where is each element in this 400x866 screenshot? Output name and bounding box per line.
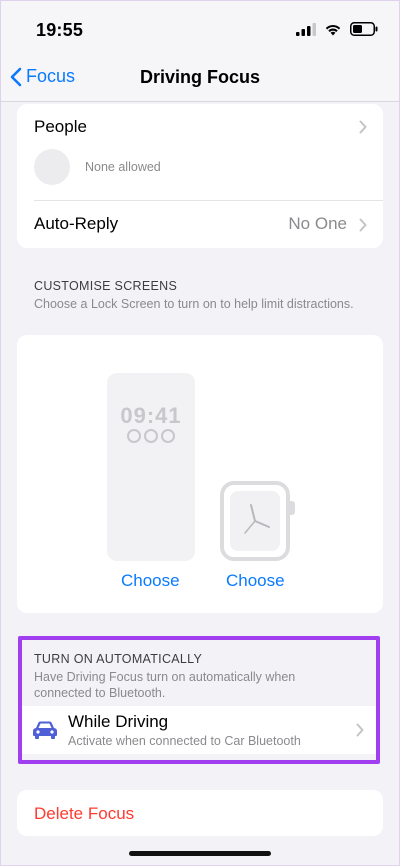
auto-reply-label: Auto-Reply — [34, 214, 119, 233]
people-label: People — [34, 117, 87, 136]
status-bar: 19:55 — [0, 0, 400, 60]
widget-circle — [144, 429, 158, 443]
page-title: Driving Focus — [139, 67, 260, 87]
customise-screens-note: Choose a Lock Screen to turn on to help … — [34, 297, 354, 311]
choose-lock-screen-button[interactable]: Choose — [121, 571, 180, 591]
battery-icon — [350, 22, 378, 36]
widget-circle — [127, 429, 141, 443]
avatar-placeholder — [34, 149, 70, 185]
wifi-icon — [325, 24, 341, 35]
people-card: People None allowed Auto-Reply No One — [17, 104, 383, 248]
lock-screen-preview[interactable]: 09:41 — [107, 373, 195, 561]
watch-face — [230, 491, 280, 551]
auto-reply-value: No One — [288, 214, 347, 233]
chevron-right-icon — [359, 120, 367, 134]
while-driving-subtitle: Activate when connected to Car Bluetooth — [68, 734, 301, 748]
widget-circle — [161, 429, 175, 443]
people-row[interactable]: People None allowed — [17, 104, 383, 200]
lock-screen-time: 09:41 — [120, 403, 182, 428]
lock-screen-widgets — [107, 429, 195, 443]
chevron-right-icon — [359, 218, 367, 232]
while-driving-row[interactable]: While Driving Activate when connected to… — [22, 706, 376, 754]
cellular-signal-icon — [296, 22, 316, 36]
watch-hands-icon — [244, 504, 270, 534]
status-time: 19:55 — [36, 20, 84, 40]
chevron-right-icon — [356, 723, 364, 737]
turn-on-automatically-note: Have Driving Focus turn on automatically… — [34, 670, 296, 700]
none-allowed-text: None allowed — [85, 160, 161, 174]
while-driving-label: While Driving — [68, 712, 169, 731]
navigation-bar: Focus Driving Focus — [0, 60, 400, 102]
watch-crown — [290, 501, 295, 515]
choose-watch-face-button[interactable]: Choose — [226, 571, 285, 591]
turn-on-automatically-header: TURN ON AUTOMATICALLY — [34, 652, 203, 666]
customise-screens-header: CUSTOMISE SCREENS — [34, 279, 178, 293]
delete-focus-card: Delete Focus — [17, 790, 383, 836]
auto-reply-row[interactable]: Auto-Reply No One — [17, 201, 383, 248]
delete-focus-button[interactable]: Delete Focus — [34, 804, 134, 824]
customise-screens-card: 09:41 Choose Choose — [17, 335, 383, 613]
home-indicator[interactable] — [129, 851, 271, 856]
status-icons — [296, 22, 378, 36]
watch-face-preview[interactable] — [220, 481, 290, 561]
car-icon — [33, 721, 57, 739]
